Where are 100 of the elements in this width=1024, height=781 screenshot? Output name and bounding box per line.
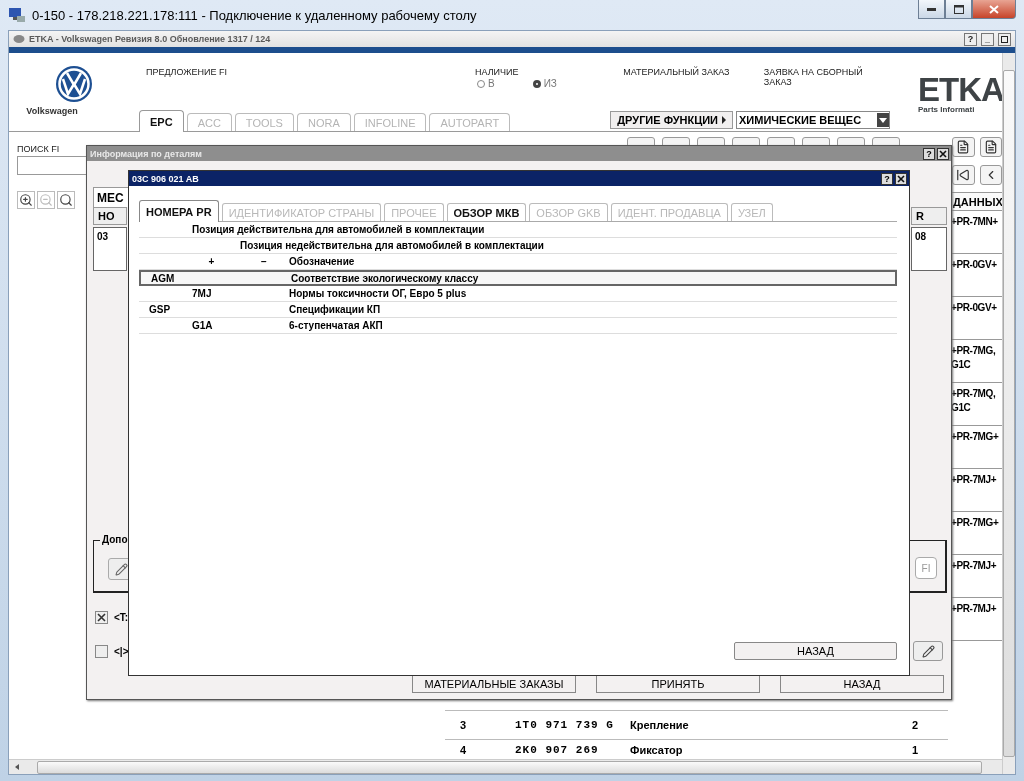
scroll-thumb[interactable] — [37, 760, 982, 774]
maximize-icon — [953, 4, 964, 14]
maximize-icon — [1001, 35, 1008, 43]
back-button[interactable]: НАЗАД — [734, 642, 897, 660]
app-title: ETKA - Volkswagen Ревизия 8.0 Обновление 1317 / 124 — [29, 34, 271, 44]
description-cell-text: Нормы токсичности ОГ, Евро 5 plus — [289, 288, 468, 299]
previous-page-button[interactable] — [952, 137, 975, 157]
notes-button[interactable] — [913, 641, 943, 661]
availability-radio[interactable]: В — [477, 78, 495, 89]
column-header: Обозначение — [289, 256, 356, 267]
availability-radio[interactable]: ИЗ — [532, 78, 557, 89]
data-cell-text: G1C — [951, 358, 972, 372]
availability-label: НАЛИЧИЕ — [475, 67, 520, 77]
table-cell: 03 — [93, 227, 127, 271]
minimize-button[interactable] — [918, 0, 945, 19]
table-row[interactable]: AGM Соответствие экологическому классу — [139, 270, 897, 286]
pr-number-cell-text: G1A — [191, 320, 214, 331]
column-header: НО — [93, 207, 127, 225]
zoom-out-icon — [39, 193, 53, 207]
page-button[interactable] — [979, 137, 1002, 157]
document-icon — [956, 140, 971, 154]
close-button[interactable] — [937, 147, 949, 160]
search-label: ПОИСК FI — [17, 144, 61, 154]
pencil-icon — [921, 644, 935, 658]
zoom-area-button[interactable] — [57, 191, 75, 209]
offer-label: ПРЕДЛОЖЕНИЕ FI — [146, 67, 229, 79]
other-functions-button[interactable]: ДРУГИЕ ФУНКЦИИ — [610, 111, 733, 129]
minimize-icon — [927, 7, 936, 11]
column-header: R — [911, 207, 947, 225]
caret-icon — [879, 117, 887, 123]
title-bar-button[interactable]: ? — [964, 32, 977, 46]
window-title: 0-150 - 178.218.221.178:111 - Подключение к удаленному рабочему столу — [32, 7, 477, 23]
data-cell-text: +PR-7MN+ — [951, 215, 999, 229]
position-cell-text: 4 — [458, 743, 468, 756]
family-cell-text: AGM — [150, 272, 176, 284]
category-select[interactable]: ХИМИЧЕСКИЕ ВЕЩЕС — [736, 111, 890, 129]
column-header: + — [207, 256, 216, 267]
data-cell-text: +PR-7MJ+ — [951, 602, 998, 616]
title-bar-button[interactable]: _ — [981, 32, 994, 46]
pr-number-cell-text: 7MJ — [191, 288, 213, 299]
part-name-cell-text: Крепление — [630, 719, 690, 731]
pencil-icon — [114, 562, 128, 576]
close-icon — [897, 174, 905, 183]
table-row[interactable]: G1A 6-ступенчатая АКП — [139, 318, 897, 334]
checkbox-label: <|> — [114, 645, 129, 657]
search-icon — [59, 193, 73, 207]
description-cell-text: Соответствие экологическому классу — [291, 272, 480, 284]
dialog-tab[interactable]: МЕС — [93, 187, 129, 207]
close-button[interactable] — [895, 172, 907, 185]
dialog-tab[interactable]: ОБЗОР МКВ — [446, 203, 527, 221]
description-cell-text: Спецификации КП — [289, 304, 382, 315]
close-icon — [989, 4, 999, 14]
data-cell-text: +PR-7MG+ — [951, 516, 1000, 530]
zoom-in-icon — [19, 193, 33, 207]
column-header: − — [260, 256, 268, 267]
table-row[interactable]: 7MJ Нормы токсичности ОГ, Евро 5 plus — [139, 286, 897, 302]
dialog-button[interactable]: НАЗАД — [780, 675, 944, 693]
monitor-icon — [8, 7, 26, 23]
assembly-order-link[interactable]: ЗАЯВКА НА СБОРНЫЙ ЗАКАЗ — [763, 67, 890, 101]
document-icon — [983, 140, 998, 154]
scroll-thumb[interactable] — [1003, 70, 1015, 757]
quantity-cell-text: 1 — [910, 743, 920, 756]
data-cell-text: +PR-7MJ+ — [951, 559, 998, 573]
emblem-icon — [55, 65, 93, 103]
data-cell-text: +PR-7MJ+ — [951, 473, 998, 487]
maximize-button[interactable] — [945, 0, 972, 19]
checkbox-label: <T: — [114, 611, 129, 623]
first-button[interactable] — [952, 165, 975, 185]
data-cell-text: +PR-0GV+ — [951, 301, 998, 315]
dialog-title: 03C 906 021 AB — [132, 173, 199, 184]
table-row[interactable]: GSP Спецификации КП — [139, 302, 897, 318]
close-icon — [939, 149, 947, 158]
zoom-in-button[interactable] — [17, 191, 35, 209]
checkbox[interactable] — [95, 610, 108, 624]
group-label: Допо — [100, 534, 130, 545]
skip-back-icon — [956, 168, 971, 182]
part-number-cell-text: 2K0 907 269 — [515, 743, 600, 756]
data-cell-text: +PR-7MG, — [951, 344, 997, 358]
caption-text: Позиция действительна для автомобилей в комплектации — [192, 224, 485, 235]
scroll-left-icon[interactable] — [13, 763, 21, 771]
help-button[interactable]: ? — [881, 172, 893, 185]
data-cell-text: +PR-0GV+ — [951, 258, 998, 272]
logo-subtitle: Parts Informati — [918, 105, 976, 114]
maximize-button[interactable] — [998, 32, 1011, 46]
dialog-tab[interactable]: НОМЕРА PR — [139, 200, 219, 222]
help-button[interactable]: ? — [923, 147, 935, 160]
position-cell-text: 3 — [458, 719, 468, 731]
previous-button[interactable] — [979, 165, 1002, 185]
part-name-cell-text: Фиксатор — [630, 743, 684, 756]
module-tab[interactable]: EPC — [139, 110, 184, 132]
data-cell-text: +PR-7MG+ — [951, 430, 1000, 444]
description-cell-text: 6-ступенчатая АКП — [289, 320, 384, 331]
material-order-link[interactable]: МАТЕРИАЛЬНЫЙ ЗАКАЗ — [623, 67, 764, 101]
family-cell-text: GSP — [148, 304, 172, 315]
table-cell: 08 — [911, 227, 947, 271]
data-cell-text: G1C — [951, 401, 972, 415]
caption-text: Позиция недействительна для автомобилей в комплектации — [240, 240, 544, 251]
checkbox[interactable] — [95, 644, 108, 658]
data-cell-text: +PR-7MQ, — [951, 387, 997, 401]
app-icon — [13, 34, 25, 44]
